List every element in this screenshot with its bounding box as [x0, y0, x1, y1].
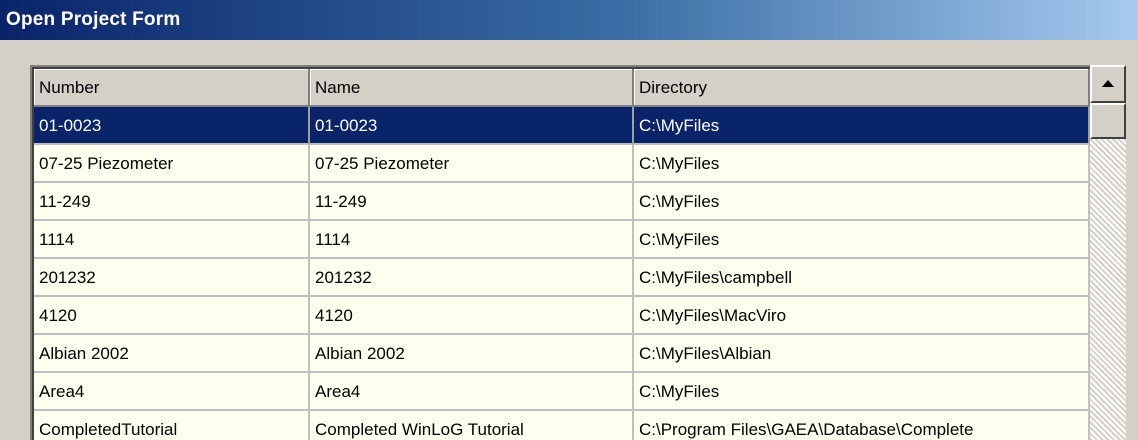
cell-name: 07-25 Piezometer	[310, 145, 634, 183]
table-row[interactable]: 201232 201232 C:\MyFiles\campbell	[34, 259, 1090, 297]
table-row[interactable]: 1114 1114 C:\MyFiles	[34, 221, 1090, 259]
cell-number: CompletedTutorial	[34, 411, 310, 440]
cell-number: 1114	[34, 221, 310, 259]
vertical-scrollbar[interactable]	[1090, 65, 1126, 440]
cell-directory: C:\MyFiles	[634, 183, 1090, 221]
cell-name: Albian 2002	[310, 335, 634, 373]
cell-name: 01-0023	[310, 107, 634, 145]
cell-name: 11-249	[310, 183, 634, 221]
cell-number: 01-0023	[34, 107, 310, 145]
window-edge	[1126, 65, 1138, 440]
cell-directory: C:\MyFiles\Albian	[634, 335, 1090, 373]
cell-directory: C:\MyFiles\MacViro	[634, 297, 1090, 335]
window-title: Open Project Form	[6, 9, 181, 30]
table-row[interactable]: 01-0023 01-0023 C:\MyFiles	[34, 107, 1090, 145]
cell-directory: C:\MyFiles	[634, 107, 1090, 145]
cell-directory: C:\MyFiles	[634, 221, 1090, 259]
project-grid: Number Name Directory 01-0023 01-0023 C:…	[30, 65, 1138, 440]
table-row[interactable]: 4120 4120 C:\MyFiles\MacViro	[34, 297, 1090, 335]
column-header-name[interactable]: Name	[310, 69, 634, 107]
cell-number: Albian 2002	[34, 335, 310, 373]
table-row[interactable]: CompletedTutorial Completed WinLoG Tutor…	[34, 411, 1090, 440]
arrow-up-icon	[1102, 80, 1114, 87]
cell-directory: C:\MyFiles	[634, 373, 1090, 411]
table-row[interactable]: 07-25 Piezometer 07-25 Piezometer C:\MyF…	[34, 145, 1090, 183]
cell-name: Area4	[310, 373, 634, 411]
cell-number: 07-25 Piezometer	[34, 145, 310, 183]
table-row[interactable]: 11-249 11-249 C:\MyFiles	[34, 183, 1090, 221]
cell-name: 1114	[310, 221, 634, 259]
cell-name: 201232	[310, 259, 634, 297]
cell-name: 4120	[310, 297, 634, 335]
cell-number: 11-249	[34, 183, 310, 221]
column-header-directory[interactable]: Directory	[634, 69, 1090, 107]
cell-number: 201232	[34, 259, 310, 297]
cell-number: 4120	[34, 297, 310, 335]
table-row[interactable]: Area4 Area4 C:\MyFiles	[34, 373, 1090, 411]
title-bar[interactable]: Open Project Form	[0, 0, 1138, 40]
cell-number: Area4	[34, 373, 310, 411]
cell-directory: C:\Program Files\GAEA\Database\Complete	[634, 411, 1090, 440]
project-grid-body: Number Name Directory 01-0023 01-0023 C:…	[32, 67, 1138, 440]
cell-directory: C:\MyFiles	[634, 145, 1090, 183]
grid-header-row: Number Name Directory	[34, 69, 1090, 107]
cell-directory: C:\MyFiles\campbell	[634, 259, 1090, 297]
cell-name: Completed WinLoG Tutorial	[310, 411, 634, 440]
scroll-up-button[interactable]	[1090, 65, 1126, 103]
scroll-thumb[interactable]	[1090, 103, 1126, 139]
column-header-number[interactable]: Number	[34, 69, 310, 107]
table-row[interactable]: Albian 2002 Albian 2002 C:\MyFiles\Albia…	[34, 335, 1090, 373]
